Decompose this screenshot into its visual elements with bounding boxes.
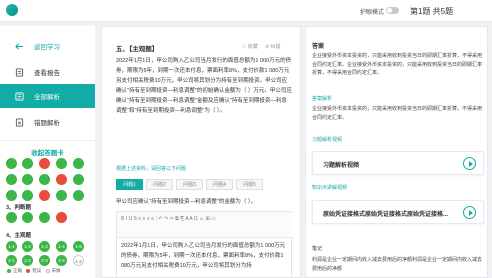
answer-dot[interactable]: 2-3 xyxy=(39,255,50,266)
collapse-answer-card[interactable]: 收起答题卡 xyxy=(0,147,95,157)
answer-legend: 正确 错误 未做 xyxy=(4,268,61,274)
tab-question-2[interactable]: 问题2 xyxy=(146,179,173,190)
top-bar: 护眼模式 第1题 共5题 xyxy=(0,0,492,22)
editor-toolbar[interactable]: B I U S ≡ ≡ ≡ ≡ ⁝ ↶ ↷ ✂ ⧉ ⎘ A A Ω ☺ ⊞ ▭ xyxy=(117,212,293,238)
question-hint: 根据上述资料，请回答以下问题 xyxy=(116,166,187,172)
report-error-icon[interactable]: ⊘ xyxy=(265,44,269,50)
answer-dot[interactable] xyxy=(22,212,33,223)
undone-legend-dot xyxy=(45,268,50,273)
section-subjective-label: 4、主观题 xyxy=(6,233,32,239)
logo xyxy=(6,4,18,16)
answer-dot[interactable] xyxy=(56,212,67,223)
report-error-label[interactable]: 纠错 xyxy=(270,44,280,50)
analysis-video-card[interactable]: 习题解析视频 xyxy=(312,151,484,175)
eye-mode-label: 护眼模式 xyxy=(360,10,385,16)
correct-legend-dot xyxy=(7,268,11,273)
sidebar-item-label: 错题解析 xyxy=(34,120,60,127)
question-panel: 五、【主观题】 ☆ 收藏 ⊘ 纠错 2022年1月1日，甲公司购入乙公司当月发行… xyxy=(101,26,301,278)
answer-heading: 答案 xyxy=(312,44,325,50)
analysis-label: 答案解析 xyxy=(312,96,333,102)
answer-text: 企业接受外币资本投资的，只能采用收到投资当日的即期汇率折算，不得采用合同约定汇率… xyxy=(312,53,483,76)
sidebar-item-all-analysis[interactable]: 全部解析 xyxy=(0,84,95,108)
sidebar-item-wrong-analysis[interactable]: 错题解析 xyxy=(0,110,95,134)
answer-dot[interactable] xyxy=(39,190,50,201)
answer-dot[interactable]: 1-3 xyxy=(39,241,50,252)
answer-dot[interactable]: 1-5 xyxy=(73,241,84,252)
sidebar-item-label: 返回学习 xyxy=(34,44,60,51)
note-text: 利润是企业一定期间内收入减去费用后的净额利润是企业一定期间内收入减去费用后的净额 xyxy=(312,257,483,272)
answer-dot[interactable]: 2-2 xyxy=(22,255,33,266)
back-arrow-icon xyxy=(15,42,24,50)
tab-question-4[interactable]: 问题4 xyxy=(206,179,233,190)
answer-dot[interactable] xyxy=(56,174,67,185)
wrong-list-icon xyxy=(15,117,24,127)
report-icon xyxy=(15,67,24,77)
analysis-panel: 答案 企业接受外币资本投资的，只能采用收到投资当日的即期汇率折算，不得采用合同约… xyxy=(305,26,488,278)
section-judge-label: 3、判断题 xyxy=(6,205,32,211)
play-icon[interactable] xyxy=(463,157,476,170)
tab-question-3[interactable]: 问题3 xyxy=(176,179,203,190)
sidebar-item-back[interactable]: 返回学习 xyxy=(0,34,95,58)
sidebar-item-report[interactable]: 查看报告 xyxy=(0,60,95,84)
video-title: 习题解析视频 xyxy=(323,163,360,169)
sub-question-text: 甲公司应确认"持有至到期投资—利息调整"的金额为（ ）。 xyxy=(116,199,257,205)
answer-dot[interactable] xyxy=(6,174,17,185)
question-body: 2022年1月1日，甲公司购入乙公司当月发行的面值总额为1 000万元的债券，期… xyxy=(116,58,292,114)
analysis-text: 企业接受外币资本投资的，只能采用收到投资当日的即期汇率折算，不得采用合同约定汇率… xyxy=(312,106,483,121)
answer-dot[interactable] xyxy=(22,190,33,201)
answer-dot[interactable]: 1-4 xyxy=(56,241,67,252)
question-title: 五、【主观题】 xyxy=(116,46,159,53)
answer-dot[interactable]: 2-1 xyxy=(6,255,17,266)
kp-video-title: 原始凭证接格式原始凭证接格式原始凭证接格... xyxy=(323,212,449,218)
collect-label[interactable]: 收藏 xyxy=(248,44,258,50)
answer-dot[interactable] xyxy=(6,190,17,201)
answer-dot[interactable]: 1-2 xyxy=(22,241,33,252)
wrong-legend-dot xyxy=(26,268,31,273)
answer-editor[interactable]: B I U S ≡ ≡ ≡ ≡ ⁝ ↶ ↷ ✂ ⧉ ⎘ A A Ω ☺ ⊞ ▭ … xyxy=(116,211,293,277)
answer-dot[interactable] xyxy=(73,174,84,185)
answer-dot[interactable] xyxy=(56,158,67,169)
question-actions: ☆ 收藏 ⊘ 纠错 xyxy=(242,43,280,50)
answer-dot[interactable] xyxy=(22,174,33,185)
question-progress: 第1题 共5题 xyxy=(410,7,454,16)
kp-video-label: 知识点讲解视频 xyxy=(312,185,348,191)
sub-question-tabs: 问题1 问题2 问题3 问题4 问题5 xyxy=(116,179,263,190)
sidebar-item-label: 查看报告 xyxy=(34,70,60,77)
eye-mode-toggle[interactable] xyxy=(386,7,399,14)
answer-dot[interactable] xyxy=(73,190,84,201)
answer-dot[interactable]: 1-2 xyxy=(73,255,84,266)
answer-dot[interactable] xyxy=(39,174,50,185)
tab-question-1[interactable]: 问题1 xyxy=(116,179,143,190)
answer-dot[interactable] xyxy=(6,158,17,169)
answer-dot[interactable] xyxy=(39,212,50,223)
answer-text[interactable]: 2022年1月1日，甲公司购入乙公司当月发行的面值总额为1 000万元的债券，期… xyxy=(121,241,289,271)
kp-video-card[interactable]: 原始凭证接格式原始凭证接格式原始凭证接格... xyxy=(312,200,484,224)
answer-dot[interactable]: 1-1 xyxy=(6,241,17,252)
answer-dot[interactable]: 2-4 xyxy=(56,255,67,266)
tab-question-5[interactable]: 问题5 xyxy=(236,179,263,190)
answer-dot[interactable] xyxy=(39,158,50,169)
play-icon[interactable] xyxy=(463,206,476,219)
video-label: 习题解析视频 xyxy=(312,137,343,143)
sidebar-item-label: 全部解析 xyxy=(34,94,60,101)
legend-correct: 正确 xyxy=(13,268,22,273)
legend-undone: 未做 xyxy=(51,268,61,273)
analysis-icon xyxy=(15,91,24,101)
note-label: 笔记 xyxy=(312,246,323,252)
answer-dot[interactable] xyxy=(22,158,33,169)
legend-wrong: 错误 xyxy=(32,268,42,273)
answer-dot[interactable] xyxy=(73,158,84,169)
answer-dot[interactable] xyxy=(56,190,67,201)
star-icon[interactable]: ☆ xyxy=(242,44,246,50)
answer-dot[interactable] xyxy=(6,212,17,223)
